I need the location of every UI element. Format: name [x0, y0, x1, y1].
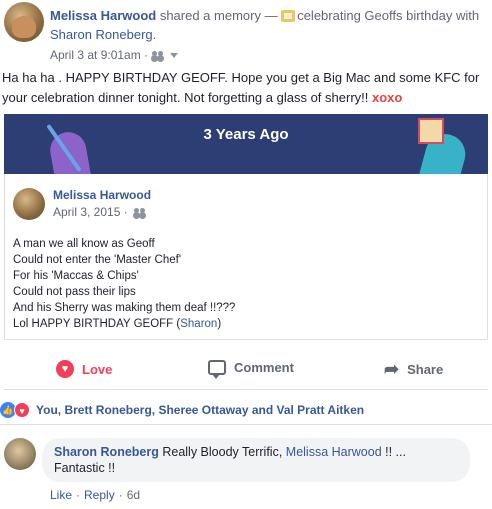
memory-author-avatar[interactable]	[13, 188, 45, 220]
love-reaction-icon: ♥	[14, 402, 30, 418]
memory-banner[interactable]: 3 Years Ago	[4, 114, 488, 174]
reactions-summary[interactable]: 👍 ♥ You, Brett Roneberg, Sheree Ottaway …	[0, 400, 492, 420]
post-text: Ha ha ha . HAPPY BIRTHDAY GEOFF. Hope yo…	[2, 70, 480, 105]
comment-mention-link[interactable]: Melissa Harwood	[286, 445, 382, 459]
post-header-text: Melissa Harwood shared a memory — celebr…	[50, 6, 480, 44]
poem-last-line-suffix: )	[217, 318, 222, 330]
header-end: .	[152, 27, 157, 42]
comment-bubble: Sharon Roneberg Really Bloody Terrific, …	[42, 438, 470, 482]
poem-line: And his Sherry was making them deaf !!??…	[13, 302, 236, 314]
tagged-person-link[interactable]: Sharon Roneberg	[50, 27, 153, 42]
comment-age[interactable]: 6d	[127, 488, 140, 502]
comment-button[interactable]: Comment	[208, 360, 294, 379]
comment-meta: Like · Reply · 6d	[50, 488, 140, 502]
shared-memory-text: shared a memory —	[156, 8, 282, 23]
post-xoxo: xoxo	[372, 90, 403, 105]
comment-label: Comment	[234, 360, 294, 375]
photo-illustration-icon	[418, 118, 444, 144]
poem-last-line: Lol HAPPY BIRTHDAY GEOFF (Sharon)	[13, 316, 473, 332]
share-button[interactable]: ➦ Share	[384, 360, 443, 378]
divider	[0, 424, 492, 425]
comment-reply-link[interactable]: Reply	[84, 488, 115, 502]
post-actions-bar: Love Comment ➦ Share	[4, 350, 488, 390]
commenter-avatar[interactable]	[4, 438, 36, 470]
poem-line: A man we all know as Geoff	[13, 238, 155, 250]
meta-sep: ·	[118, 488, 123, 502]
friends-audience-icon	[133, 207, 146, 217]
poem-line: Could not enter the 'Master Chef'	[13, 254, 182, 266]
poem-last-line-prefix: Lol HAPPY BIRTHDAY GEOFF (	[13, 318, 181, 330]
chevron-down-icon[interactable]	[170, 52, 179, 58]
memory-banner-title: 3 Years Ago	[203, 126, 289, 143]
memory-icon	[281, 10, 296, 22]
memory-label: celebrating Geoffs birthday with	[297, 8, 480, 23]
poem-mention-link[interactable]: Sharon	[180, 318, 217, 330]
friends-audience-icon[interactable]	[152, 50, 164, 60]
memory-date: April 3, 2015 ·	[53, 205, 146, 219]
post-body: Ha ha ha . HAPPY BIRTHDAY GEOFF. Hope yo…	[2, 68, 490, 108]
poem-line: Could not pass their lips	[13, 286, 136, 298]
post-subline: April 3 at 9:01am ·	[50, 48, 179, 62]
memory-author-name-link[interactable]: Melissa Harwood	[53, 188, 151, 202]
memory-date-text[interactable]: April 3, 2015 ·	[53, 205, 128, 219]
post-timestamp[interactable]: April 3 at 9:01am ·	[50, 48, 148, 62]
love-reaction-icon	[56, 360, 74, 378]
reaction-names[interactable]: You, Brett Roneberg, Sheree Ottaway and …	[36, 403, 364, 417]
meta-sep: ·	[76, 488, 81, 502]
post-header: Melissa Harwood shared a memory — celebr…	[0, 0, 492, 66]
commenter-name-link[interactable]: Sharon Roneberg	[54, 445, 159, 459]
author-avatar[interactable]	[4, 2, 44, 42]
love-label: Love	[82, 361, 113, 377]
shared-memory-post[interactable]: Melissa Harwood April 3, 2015 · A man we…	[4, 174, 488, 340]
author-name-link[interactable]: Melissa Harwood	[50, 8, 156, 23]
comment-text-before: Really Bloody Terrific,	[158, 445, 286, 459]
poem-line: For his 'Maccas & Chips'	[13, 270, 139, 282]
comment-like-link[interactable]: Like	[50, 488, 72, 502]
love-button[interactable]: Love	[56, 360, 112, 378]
comment-icon	[208, 360, 226, 379]
share-icon: ➦	[384, 359, 400, 379]
share-label: Share	[407, 361, 444, 377]
memory-poem: A man we all know as Geoff Could not ent…	[13, 236, 473, 332]
